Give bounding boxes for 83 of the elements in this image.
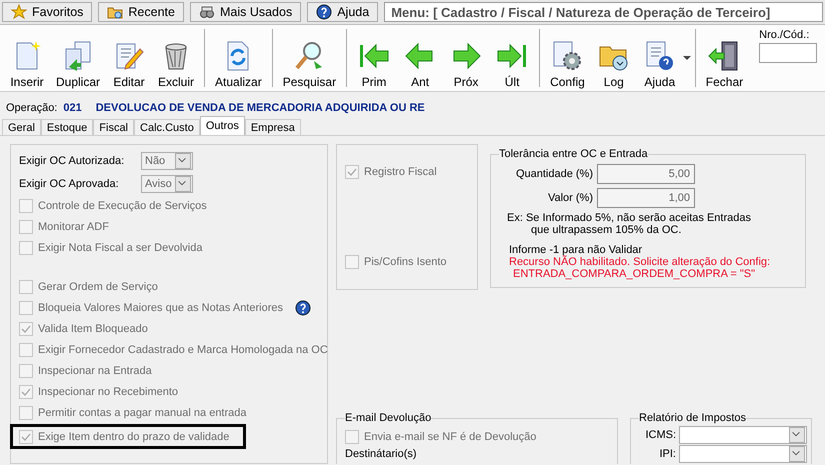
checkbox-box [19, 430, 33, 444]
checkbox[interactable]: Controle de Execução de Serviços [19, 197, 207, 215]
group-title: E-mail Devolução [345, 412, 432, 424]
dropdown[interactable]: Aviso [141, 175, 193, 193]
field-label: Valor (%) [548, 192, 593, 204]
star-icon [11, 4, 27, 20]
toolbar-button[interactable]: Pesquisar [276, 27, 342, 89]
operation-name: DEVOLUCAO DE VENDA DE MERCADORIA ADQUIRIDA OU RE [96, 102, 425, 114]
example-text: que ultrapassem 105% da OC. [531, 224, 682, 236]
toolbar-button[interactable]: Atualizar [209, 27, 268, 89]
checkbox[interactable]: Valida Item Bloqueado [19, 320, 148, 338]
select-label: ICMS: [645, 429, 676, 441]
dropdown[interactable]: Não [141, 152, 193, 170]
toolbar-button[interactable]: Últ [489, 27, 536, 89]
group-title: Relatório de Impostos [639, 412, 746, 424]
top-tab[interactable]: Ajuda [307, 2, 378, 22]
top-tab[interactable]: Mais Usados [190, 2, 302, 22]
tab[interactable]: Estoque [40, 119, 94, 135]
toolbar-button[interactable]: Ajuda [636, 27, 683, 89]
checkbox-box [19, 220, 33, 234]
field-label: Quantidade (%) [516, 168, 593, 180]
checkbox-box [19, 241, 33, 255]
hint-text: Informe -1 para não Validar [509, 244, 644, 256]
checkbox-box [19, 385, 33, 399]
tab[interactable]: Outros [200, 116, 245, 135]
select-label: Exigir OC Autorizada: [19, 155, 126, 167]
toolbar-button[interactable]: Prim [351, 27, 398, 89]
checkbox-box [19, 280, 33, 294]
top-tab[interactable]: Recente [98, 2, 184, 22]
checkbox[interactable]: Exigir Nota Fiscal a ser Devolvida [19, 239, 202, 257]
toolbar-button[interactable]: Próx [443, 27, 490, 89]
code-label: Nro./Cód.: [759, 29, 810, 41]
toolbar-button[interactable]: Config [544, 27, 591, 89]
select-label: Exigir OC Aprovada: [19, 178, 120, 190]
checkbox-box [19, 301, 33, 315]
tab[interactable]: Empresa [244, 119, 301, 135]
checkbox[interactable]: Inspecionar no Recebimento [19, 383, 178, 401]
checkbox[interactable]: Exigir Fornecedor Cadastrado e Marca Homologada na OC [19, 341, 328, 359]
checkbox[interactable]: Bloqueia Valores Maiores que as Notas Anteriores [19, 299, 283, 317]
input-field[interactable]: 1,00 [597, 188, 695, 208]
tab[interactable]: Fiscal [93, 119, 134, 135]
checkbox[interactable]: Gerar Ordem de Serviço [19, 278, 158, 296]
help-icon[interactable] [295, 300, 311, 316]
operation-code: 021 [63, 102, 82, 114]
checkbox-box [19, 406, 33, 420]
toolbar-button[interactable]: Excluir [152, 27, 200, 89]
binoculars-icon [198, 4, 215, 20]
checkbox-box [19, 199, 33, 213]
checkbox-box [345, 255, 359, 269]
checkbox[interactable]: Registro Fiscal [345, 163, 469, 181]
checkbox[interactable]: Pis/Cofins Isento [345, 253, 469, 271]
checkbox-box [19, 364, 33, 378]
dropdown[interactable] [679, 426, 807, 444]
checkbox-box [19, 322, 33, 336]
caret-icon[interactable] [682, 55, 691, 61]
toolbar-button[interactable]: Log [590, 27, 637, 89]
checkbox-box [19, 343, 33, 357]
toolbar-button[interactable]: Fechar [700, 27, 750, 89]
top-tab[interactable]: Favoritos [2, 2, 92, 22]
menu-path: Menu: [ Cadastro / Fiscal / Natureza de Operação de Terceiro] [384, 2, 823, 22]
tab[interactable]: Calc.Custo [134, 119, 200, 135]
warning-text: Recurso NÃO habilitado. Solicite alteração do Config: [509, 256, 772, 268]
checkbox-box [345, 430, 359, 444]
dropdown[interactable] [679, 445, 807, 463]
toolbar-button[interactable]: Editar [106, 27, 152, 89]
help-icon [316, 4, 332, 20]
warning-text: ENTRADA_COMPARA_ORDEM_COMPRA = "S" [513, 268, 756, 280]
code-field[interactable] [759, 43, 818, 63]
checkbox-box [345, 165, 359, 179]
tab[interactable]: Geral [2, 119, 41, 135]
operation-label: Operação: [6, 102, 58, 114]
toolbar-button[interactable]: Duplicar [50, 27, 106, 89]
group-title: Tolerância entre OC e Entrada [499, 148, 648, 160]
checkbox[interactable]: Monitorar ADF [19, 218, 109, 236]
checkbox[interactable]: Inspecionar na Entrada [19, 362, 152, 380]
toolbar-button[interactable]: Inserir [4, 27, 50, 89]
checkbox[interactable]: Permitir contas a pagar manual na entrada [19, 404, 247, 422]
recipients-label: Destinátario(s) [345, 448, 418, 460]
toolbar-button[interactable]: Ant [397, 27, 444, 89]
select-label: IPI: [659, 448, 676, 460]
checkbox[interactable]: Envia e-mail se NF é de Devolução [345, 428, 609, 446]
example-text: Ex: Se Informado 5%, não serão aceitas Entradas [507, 212, 752, 224]
input-field[interactable]: 5,00 [597, 164, 695, 184]
